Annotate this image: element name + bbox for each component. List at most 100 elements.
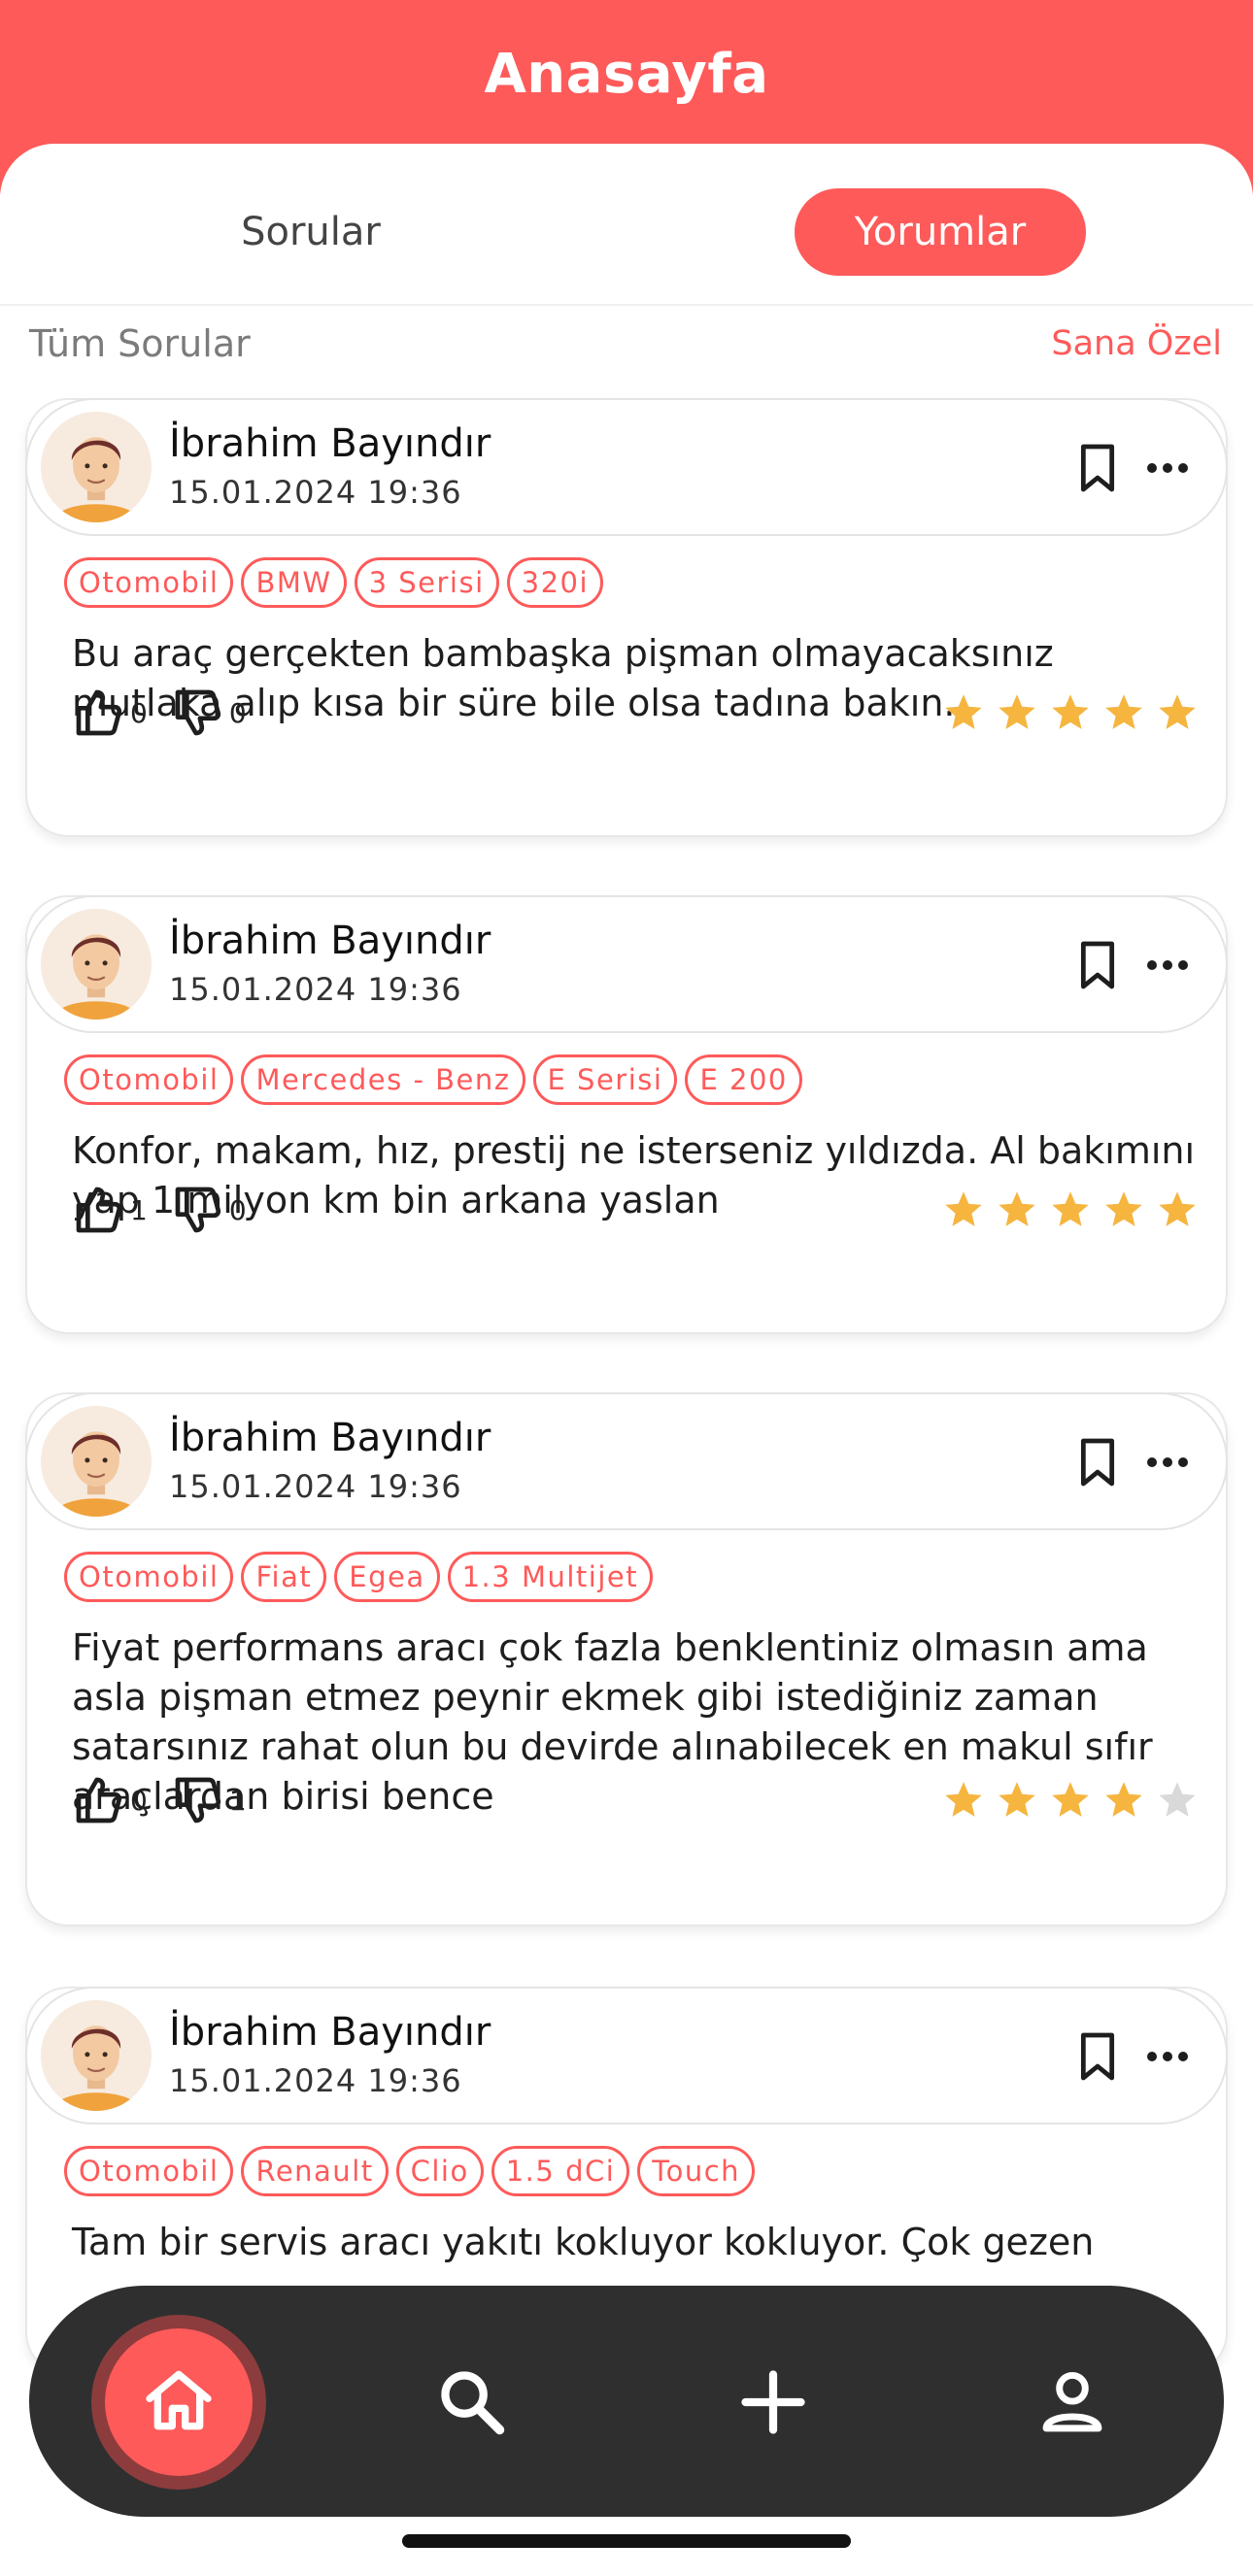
tag-chip[interactable]: Touch bbox=[637, 2146, 756, 2196]
thumbs-down-icon[interactable] bbox=[171, 1183, 225, 1237]
star-filled-icon bbox=[1049, 691, 1092, 734]
star-rating bbox=[942, 691, 1199, 734]
star-filled-icon bbox=[942, 691, 985, 734]
tag-chip[interactable]: 3 Serisi bbox=[354, 557, 499, 608]
review-card[interactable]: İbrahim Bayındır 15.01.2024 19:36 Otomob… bbox=[25, 1392, 1228, 1926]
star-filled-icon bbox=[996, 1188, 1038, 1231]
review-card[interactable]: İbrahim Bayındır 15.01.2024 19:36 Otomob… bbox=[25, 398, 1228, 837]
review-date: 15.01.2024 19:36 bbox=[169, 474, 462, 511]
avatar[interactable] bbox=[41, 2000, 152, 2111]
more-icon[interactable] bbox=[1142, 946, 1193, 985]
bottom-nav bbox=[29, 2286, 1224, 2517]
like-count: 1 bbox=[130, 1193, 148, 1226]
star-filled-icon bbox=[996, 1779, 1038, 1822]
dislike-count: 0 bbox=[228, 696, 247, 729]
tag-chip[interactable]: E 200 bbox=[685, 1054, 802, 1105]
author-name[interactable]: İbrahim Bayındır bbox=[169, 1416, 491, 1460]
home-indicator bbox=[402, 2534, 851, 2548]
star-filled-icon bbox=[1156, 691, 1199, 734]
review-header: İbrahim Bayındır 15.01.2024 19:36 bbox=[25, 398, 1228, 536]
thumbs-up-icon[interactable] bbox=[72, 686, 126, 740]
tag-chip[interactable]: BMW bbox=[241, 557, 347, 608]
star-filled-icon bbox=[996, 691, 1038, 734]
more-icon[interactable] bbox=[1142, 1443, 1193, 1482]
avatar[interactable] bbox=[41, 909, 152, 1020]
more-icon[interactable] bbox=[1142, 449, 1193, 487]
thumbs-down-icon[interactable] bbox=[171, 686, 225, 740]
tag-chip[interactable]: Otomobil bbox=[64, 557, 234, 608]
more-icon[interactable] bbox=[1142, 2037, 1193, 2076]
thumbs-up-icon[interactable] bbox=[72, 1183, 126, 1237]
like-count: 0 bbox=[130, 696, 148, 729]
avatar-illustration bbox=[41, 909, 152, 1020]
tab-questions[interactable]: Sorular bbox=[165, 188, 457, 276]
plus-icon[interactable] bbox=[736, 2365, 810, 2439]
star-filled-icon bbox=[1049, 1779, 1092, 1822]
review-header: İbrahim Bayındır 15.01.2024 19:36 bbox=[25, 1392, 1228, 1530]
tag-chip[interactable]: 1.5 dCi bbox=[491, 2146, 630, 2196]
star-filled-icon bbox=[1102, 1779, 1145, 1822]
author-name[interactable]: İbrahim Bayındır bbox=[169, 919, 491, 963]
tag-chip[interactable]: 1.3 Multijet bbox=[447, 1552, 654, 1602]
review-date: 15.01.2024 19:36 bbox=[169, 2062, 462, 2099]
tag-list: Otomobil Renault Clio 1.5 dCi Touch bbox=[64, 2146, 756, 2196]
nav-home-button[interactable] bbox=[105, 2328, 253, 2476]
tab-divider bbox=[0, 304, 1253, 306]
tab-reviews[interactable]: Yorumlar bbox=[795, 188, 1086, 276]
tag-chip[interactable]: Egea bbox=[334, 1552, 440, 1602]
avatar-illustration bbox=[41, 1406, 152, 1517]
avatar-illustration bbox=[41, 2000, 152, 2111]
author-name[interactable]: İbrahim Bayındır bbox=[169, 421, 491, 466]
bookmark-icon[interactable] bbox=[1076, 940, 1119, 990]
thumbs-up-icon[interactable] bbox=[72, 1773, 126, 1827]
tag-chip[interactable]: Fiat bbox=[241, 1552, 327, 1602]
dislike-count: 1 bbox=[228, 1784, 247, 1817]
tag-list: Otomobil BMW 3 Serisi 320i bbox=[64, 557, 604, 608]
star-filled-icon bbox=[1156, 1188, 1199, 1231]
review-header: İbrahim Bayındır 15.01.2024 19:36 bbox=[25, 895, 1228, 1033]
tab-bar: Sorular Yorumlar bbox=[0, 184, 1253, 301]
bookmark-icon[interactable] bbox=[1076, 443, 1119, 493]
vote-bar: 0 0 bbox=[72, 686, 270, 740]
review-text: Tam bir servis aracı yakıtı kokluyor kok… bbox=[72, 2221, 1095, 2263]
star-filled-icon bbox=[942, 1779, 985, 1822]
vote-bar: 0 1 bbox=[72, 1773, 270, 1827]
tag-chip[interactable]: Otomobil bbox=[64, 2146, 234, 2196]
tag-chip[interactable]: Mercedes - Benz bbox=[241, 1054, 525, 1105]
tag-list: Otomobil Mercedes - Benz E Serisi E 200 bbox=[64, 1054, 802, 1105]
tag-chip[interactable]: 320i bbox=[506, 557, 604, 608]
star-filled-icon bbox=[942, 1188, 985, 1231]
star-rating bbox=[942, 1188, 1199, 1231]
tag-chip[interactable]: E Serisi bbox=[532, 1054, 678, 1105]
review-date: 15.01.2024 19:36 bbox=[169, 971, 462, 1008]
review-header: İbrahim Bayındır 15.01.2024 19:36 bbox=[25, 1987, 1228, 2124]
tag-chip[interactable]: Otomobil bbox=[64, 1552, 234, 1602]
star-filled-icon bbox=[1102, 691, 1145, 734]
avatar[interactable] bbox=[41, 1406, 152, 1517]
dislike-count: 0 bbox=[228, 1193, 247, 1226]
bookmark-icon[interactable] bbox=[1076, 2031, 1119, 2082]
tag-list: Otomobil Fiat Egea 1.3 Multijet bbox=[64, 1552, 654, 1602]
page-title: Anasayfa bbox=[484, 43, 769, 106]
review-card[interactable]: İbrahim Bayındır 15.01.2024 19:36 Otomob… bbox=[25, 895, 1228, 1334]
profile-icon[interactable] bbox=[1035, 2365, 1109, 2439]
avatar-illustration bbox=[41, 412, 152, 522]
search-icon[interactable] bbox=[435, 2365, 509, 2439]
avatar[interactable] bbox=[41, 412, 152, 522]
review-date: 15.01.2024 19:36 bbox=[169, 1468, 462, 1505]
tag-chip[interactable]: Otomobil bbox=[64, 1054, 234, 1105]
tag-chip[interactable]: Renault bbox=[241, 2146, 389, 2196]
bookmark-icon[interactable] bbox=[1076, 1437, 1119, 1488]
star-rating bbox=[942, 1779, 1199, 1822]
home-icon bbox=[146, 2370, 212, 2430]
like-count: 0 bbox=[130, 1784, 148, 1817]
filter-all-questions[interactable]: Tüm Sorular bbox=[29, 322, 251, 365]
author-name[interactable]: İbrahim Bayındır bbox=[169, 2010, 491, 2055]
thumbs-down-icon[interactable] bbox=[171, 1773, 225, 1827]
star-filled-icon bbox=[1049, 1188, 1092, 1231]
star-empty-icon bbox=[1156, 1779, 1199, 1822]
tag-chip[interactable]: Clio bbox=[395, 2146, 484, 2196]
star-filled-icon bbox=[1102, 1188, 1145, 1231]
filter-for-you[interactable]: Sana Özel bbox=[1051, 324, 1222, 363]
vote-bar: 1 0 bbox=[72, 1183, 270, 1237]
